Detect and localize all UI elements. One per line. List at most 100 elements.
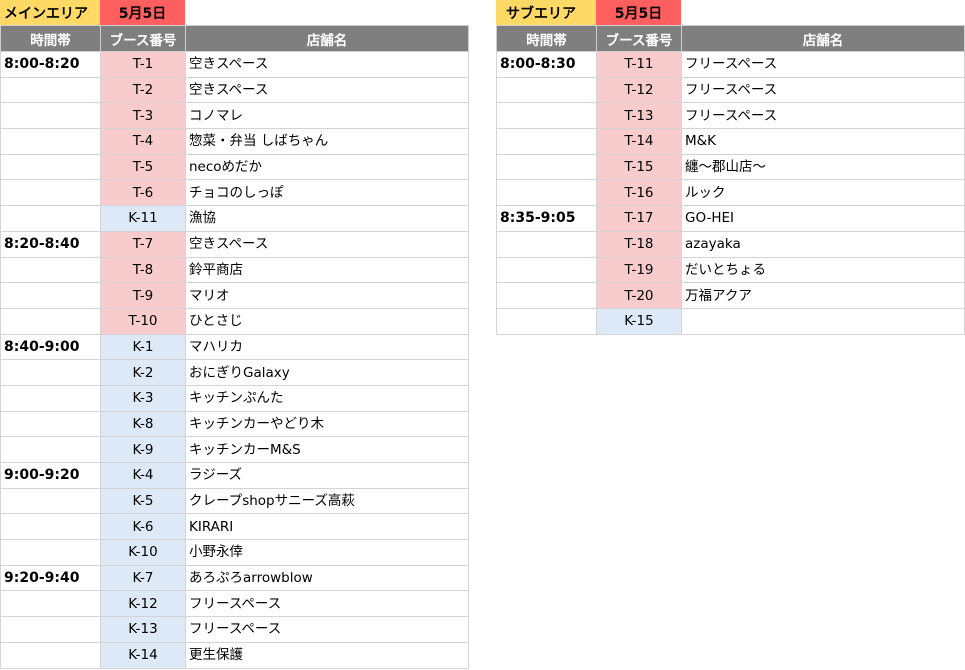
time-cell bbox=[0, 590, 101, 618]
time-cell bbox=[496, 256, 597, 284]
time-cell bbox=[496, 128, 597, 155]
table-row: K-9 キッチンカーM&S bbox=[0, 436, 469, 463]
time-cell bbox=[0, 616, 101, 643]
time-cell: 8:00-8:30 bbox=[496, 51, 597, 78]
booth-cell: T-13 bbox=[596, 102, 682, 130]
shop-name-cell: フリースペース bbox=[185, 616, 469, 643]
booth-cell: T-1 bbox=[100, 51, 186, 78]
time-cell: 9:00-9:20 bbox=[0, 462, 101, 489]
shop-name-cell: necoめだか bbox=[185, 153, 469, 181]
shop-name-cell: ルック bbox=[681, 179, 965, 207]
sub-area-header: サブエリア 5月5日 bbox=[496, 0, 965, 25]
time-cell bbox=[0, 513, 101, 541]
table-row: T-4 惣菜・弁当 しばちゃん bbox=[0, 128, 469, 155]
shop-name-cell: クレープshopサニーズ高萩 bbox=[185, 487, 469, 515]
booth-cell: T-6 bbox=[100, 179, 186, 207]
booth-cell: K-12 bbox=[100, 590, 186, 618]
shop-name-cell: あろぷろarrowblow bbox=[185, 564, 469, 592]
shop-name-cell: 惣菜・弁当 しばちゃん bbox=[185, 128, 469, 155]
col-header-booth: ブース番号 bbox=[596, 25, 682, 52]
time-cell bbox=[496, 76, 597, 104]
shop-name-cell: マリオ bbox=[185, 282, 469, 309]
main-schedule-table: 時間帯 ブース番号 店舗名 8:00-8:20 T-1 空きスペース T-2 空きスペー… bbox=[0, 25, 469, 669]
booth-cell: K-10 bbox=[100, 539, 186, 566]
shop-name-cell: マハリカ bbox=[185, 333, 469, 361]
time-cell bbox=[0, 436, 101, 463]
col-header-shop: 店舗名 bbox=[185, 25, 469, 52]
time-cell bbox=[496, 153, 597, 181]
booth-cell: T-9 bbox=[100, 282, 186, 309]
time-cell bbox=[496, 282, 597, 309]
main-area-label: メインエリア bbox=[0, 0, 100, 25]
shop-name-cell: 鈴平商店 bbox=[185, 256, 469, 284]
booth-cell: K-1 bbox=[100, 333, 186, 361]
shop-name-cell: フリースペース bbox=[681, 51, 965, 78]
shop-name-cell: フリースペース bbox=[681, 102, 965, 130]
booth-cell: T-19 bbox=[596, 256, 682, 284]
table-row: 8:00-8:20 T-1 空きスペース bbox=[0, 51, 469, 78]
table-row: 9:00-9:20 K-4 ラジーズ bbox=[0, 462, 469, 489]
time-cell: 9:20-9:40 bbox=[0, 564, 101, 592]
booth-cell: T-17 bbox=[596, 205, 682, 232]
shop-name-cell bbox=[681, 307, 965, 335]
time-cell bbox=[0, 641, 101, 669]
shop-name-cell: キッチンカーM&S bbox=[185, 436, 469, 463]
table-row: K-2 おにぎりGalaxy bbox=[0, 359, 469, 386]
booth-cell: K-13 bbox=[100, 616, 186, 643]
table-row: T-6 チョコのしっぽ bbox=[0, 179, 469, 207]
time-cell bbox=[0, 282, 101, 309]
time-cell bbox=[496, 307, 597, 335]
shop-name-cell: 空きスペース bbox=[185, 51, 469, 78]
col-header-shop: 店舗名 bbox=[681, 25, 965, 52]
shop-name-cell: GO-HEI bbox=[681, 205, 965, 232]
shop-name-cell: ラジーズ bbox=[185, 462, 469, 489]
table-row: T-19 だいとちょる bbox=[496, 256, 965, 284]
booth-cell: T-15 bbox=[596, 153, 682, 181]
table-row: K-13 フリースペース bbox=[0, 616, 469, 643]
shop-name-cell: 更生保護 bbox=[185, 641, 469, 669]
booth-cell: K-15 bbox=[596, 307, 682, 335]
table-row: K-10 小野永倖 bbox=[0, 539, 469, 566]
booth-cell: K-9 bbox=[100, 436, 186, 463]
table-row: K-15 bbox=[496, 307, 965, 335]
booth-cell: K-6 bbox=[100, 513, 186, 541]
shop-name-cell: フリースペース bbox=[185, 590, 469, 618]
time-cell: 8:20-8:40 bbox=[0, 230, 101, 258]
shop-name-cell: コノマレ bbox=[185, 102, 469, 130]
shop-name-cell: おにぎりGalaxy bbox=[185, 359, 469, 386]
table-row: 8:20-8:40 T-7 空きスペース bbox=[0, 230, 469, 258]
time-cell bbox=[0, 179, 101, 207]
sub-area-label: サブエリア bbox=[496, 0, 596, 25]
shop-name-cell: 小野永倖 bbox=[185, 539, 469, 566]
table-row: T-9 マリオ bbox=[0, 282, 469, 309]
table-row: T-18 azayaka bbox=[496, 230, 965, 258]
shop-name-cell: 空きスペース bbox=[185, 76, 469, 104]
booth-cell: K-7 bbox=[100, 564, 186, 592]
booth-cell: T-8 bbox=[100, 256, 186, 284]
table-row: T-14 M&K bbox=[496, 128, 965, 155]
sub-area-panel: サブエリア 5月5日 時間帯 ブース番号 店舗名 8:00-8:30 T-11 フリ… bbox=[496, 0, 965, 335]
time-cell: 8:00-8:20 bbox=[0, 51, 101, 78]
main-header-row: 時間帯 ブース番号 店舗名 bbox=[0, 25, 469, 52]
table-row: K-12 フリースペース bbox=[0, 590, 469, 618]
table-row: K-11 漁協 bbox=[0, 205, 469, 232]
shop-name-cell: だいとちょる bbox=[681, 256, 965, 284]
booth-cell: K-11 bbox=[100, 205, 186, 232]
sub-table-body: 8:00-8:30 T-11 フリースペース T-12 フリースペース T-13 フリースペ… bbox=[496, 51, 965, 335]
time-cell bbox=[0, 359, 101, 386]
table-row: T-12 フリースペース bbox=[496, 76, 965, 104]
shop-name-cell: 漁協 bbox=[185, 205, 469, 232]
booth-cell: K-4 bbox=[100, 462, 186, 489]
time-cell bbox=[0, 410, 101, 438]
shop-name-cell: azayaka bbox=[681, 230, 965, 258]
time-cell bbox=[0, 539, 101, 566]
booth-cell: K-5 bbox=[100, 487, 186, 515]
table-row: T-3 コノマレ bbox=[0, 102, 469, 130]
booth-cell: T-18 bbox=[596, 230, 682, 258]
time-cell bbox=[496, 102, 597, 130]
table-row: 9:20-9:40 K-7 あろぷろarrowblow bbox=[0, 564, 469, 592]
booth-cell: T-20 bbox=[596, 282, 682, 309]
main-area-header: メインエリア 5月5日 bbox=[0, 0, 469, 25]
time-cell bbox=[0, 128, 101, 155]
time-cell bbox=[0, 487, 101, 515]
